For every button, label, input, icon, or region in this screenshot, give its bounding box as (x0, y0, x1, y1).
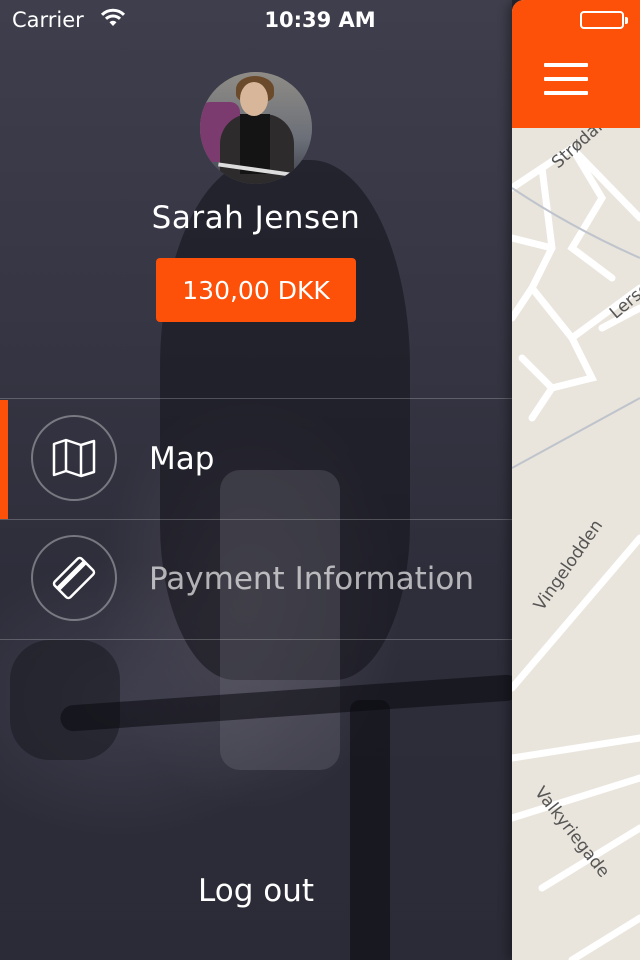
active-indicator (0, 400, 8, 519)
battery-icon (580, 11, 628, 29)
menu-item-payment-information[interactable]: Payment Information (0, 520, 512, 639)
logout-button[interactable]: Log out (0, 873, 512, 909)
map-view[interactable]: Strødam Lerse Vingelodden Valkyriegade (512, 109, 640, 960)
credit-card-icon (31, 535, 117, 621)
status-time: 10:39 AM (264, 8, 376, 32)
user-name: Sarah Jensen (151, 200, 361, 236)
map-icon (31, 415, 117, 501)
background-photo-stem (350, 700, 390, 960)
menu-item-map[interactable]: Map (0, 400, 512, 519)
background-photo-hand (10, 640, 120, 760)
hamburger-menu-icon[interactable] (544, 63, 590, 99)
balance-label: 130,00 DKK (182, 275, 330, 305)
main-panel[interactable]: Strødam Lerse Vingelodden Valkyriegade (512, 0, 640, 960)
menu-label-payment-information: Payment Information (149, 561, 475, 597)
side-drawer: Sarah Jensen 130,00 DKK Map Payment Info… (0, 0, 512, 960)
avatar[interactable] (200, 72, 312, 184)
status-bar: Carrier 10:39 AM (0, 0, 640, 40)
menu-divider (0, 398, 512, 399)
menu-label-map: Map (149, 441, 215, 477)
menu-divider (0, 639, 512, 640)
balance-button[interactable]: 130,00 DKK (156, 258, 356, 322)
